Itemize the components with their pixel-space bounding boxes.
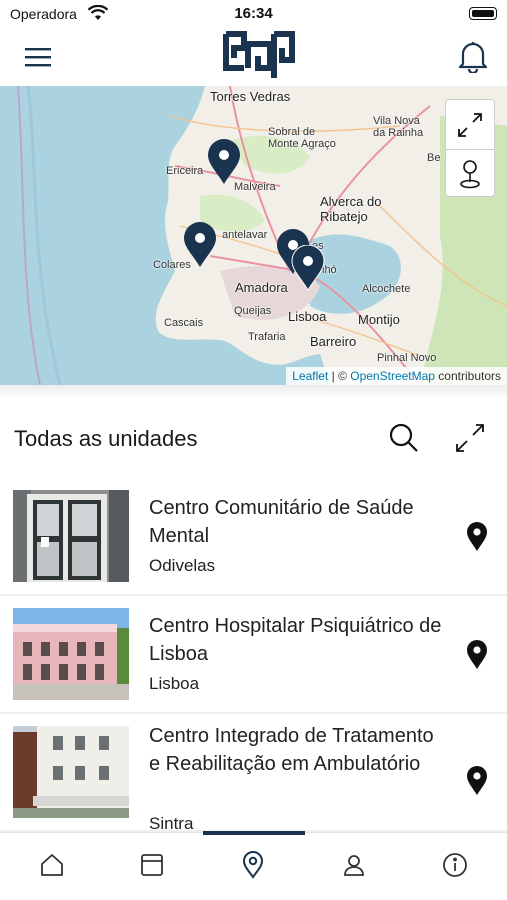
hamburger-menu-icon[interactable]: [18, 40, 58, 74]
map-place-label: antelavar: [222, 229, 268, 241]
bell-icon[interactable]: [453, 36, 493, 76]
map-place-label: Montijo: [358, 312, 400, 327]
list-item[interactable]: Centro Hospitalar Psiquiátrico de Lisboa…: [0, 596, 507, 714]
calendar-icon[interactable]: [132, 845, 172, 885]
unit-location: Odivelas: [149, 556, 216, 575]
map-marker[interactable]: [182, 222, 218, 268]
section-divider: [0, 385, 507, 399]
map-place-label: Amadora: [235, 280, 288, 295]
expand-arrows-icon[interactable]: [452, 420, 488, 456]
map[interactable]: Torres Vedras Vila Nova da Rainha Sobral…: [0, 86, 507, 385]
map-place-label: Queijas: [234, 305, 272, 317]
info-icon[interactable]: [435, 845, 475, 885]
map-controls: [445, 99, 495, 197]
map-place-label: Alcochete: [362, 283, 411, 295]
status-bar: Operadora 16:34: [0, 0, 507, 28]
brand-logo: [222, 30, 296, 82]
attribution-suffix: contributors: [434, 369, 501, 383]
map-place-label: Torres Vedras: [210, 89, 291, 104]
search-icon[interactable]: [386, 420, 422, 456]
map-pin-icon[interactable]: [233, 845, 273, 885]
unit-location: Lisboa: [149, 674, 200, 693]
unit-photo: [13, 490, 129, 582]
map-pin-icon[interactable]: [462, 638, 492, 672]
app-header: [0, 28, 507, 86]
unit-location: Sintra: [149, 814, 194, 832]
map-place-label: Ericeira: [166, 165, 204, 177]
map-attribution: Leaflet | © OpenStreetMap contributors: [286, 367, 507, 385]
map-place-label: Vila Nova da Rainha: [373, 115, 424, 139]
list-item[interactable]: Centro Comunitário de Saúde Mental Odive…: [0, 478, 507, 596]
map-place-label: Barreiro: [310, 334, 357, 349]
leaflet-link[interactable]: Leaflet: [292, 369, 328, 383]
map-pin-icon[interactable]: [462, 520, 492, 554]
map-place-label: Alverca do Ribatejo: [320, 194, 382, 224]
tab-bar: [0, 831, 507, 900]
attribution-separator: | ©: [328, 369, 351, 383]
units-list: Centro Comunitário de Saúde Mental Odive…: [0, 478, 507, 832]
map-marker[interactable]: [206, 139, 242, 185]
map-place-label: Cascais: [164, 317, 204, 329]
unit-name: Centro Comunitário de Saúde Mental: [149, 497, 414, 547]
unit-photo: [13, 608, 129, 700]
map-place-label: Be: [427, 152, 441, 164]
osm-link[interactable]: OpenStreetMap: [350, 369, 435, 383]
location-marker-icon[interactable]: [446, 149, 494, 198]
home-icon[interactable]: [32, 845, 72, 885]
map-place-label: Pinhal Novo: [377, 352, 437, 364]
unit-photo: [13, 726, 129, 818]
collapse-arrows-icon[interactable]: [446, 100, 494, 149]
map-pin-icon[interactable]: [462, 764, 492, 798]
active-tab-indicator: [203, 831, 305, 835]
unit-name: Centro Integrado de Tratamento e Reabili…: [149, 725, 434, 775]
map-marker[interactable]: [290, 244, 326, 291]
map-place-label: Lisboa: [288, 309, 327, 324]
unit-name: Centro Hospitalar Psiquiátrico de Lisboa: [149, 615, 442, 665]
map-place-label: Sobral de Monte Agraço: [268, 126, 336, 150]
list-header: Todas as unidades: [0, 410, 507, 466]
battery-icon: [469, 7, 497, 20]
list-item[interactable]: Centro Integrado de Tratamento e Reabili…: [0, 714, 507, 832]
user-icon[interactable]: [334, 845, 374, 885]
map-place-label: Trafaria: [248, 331, 286, 343]
clock: 16:34: [234, 5, 273, 22]
section-title: Todas as unidades: [14, 426, 198, 451]
